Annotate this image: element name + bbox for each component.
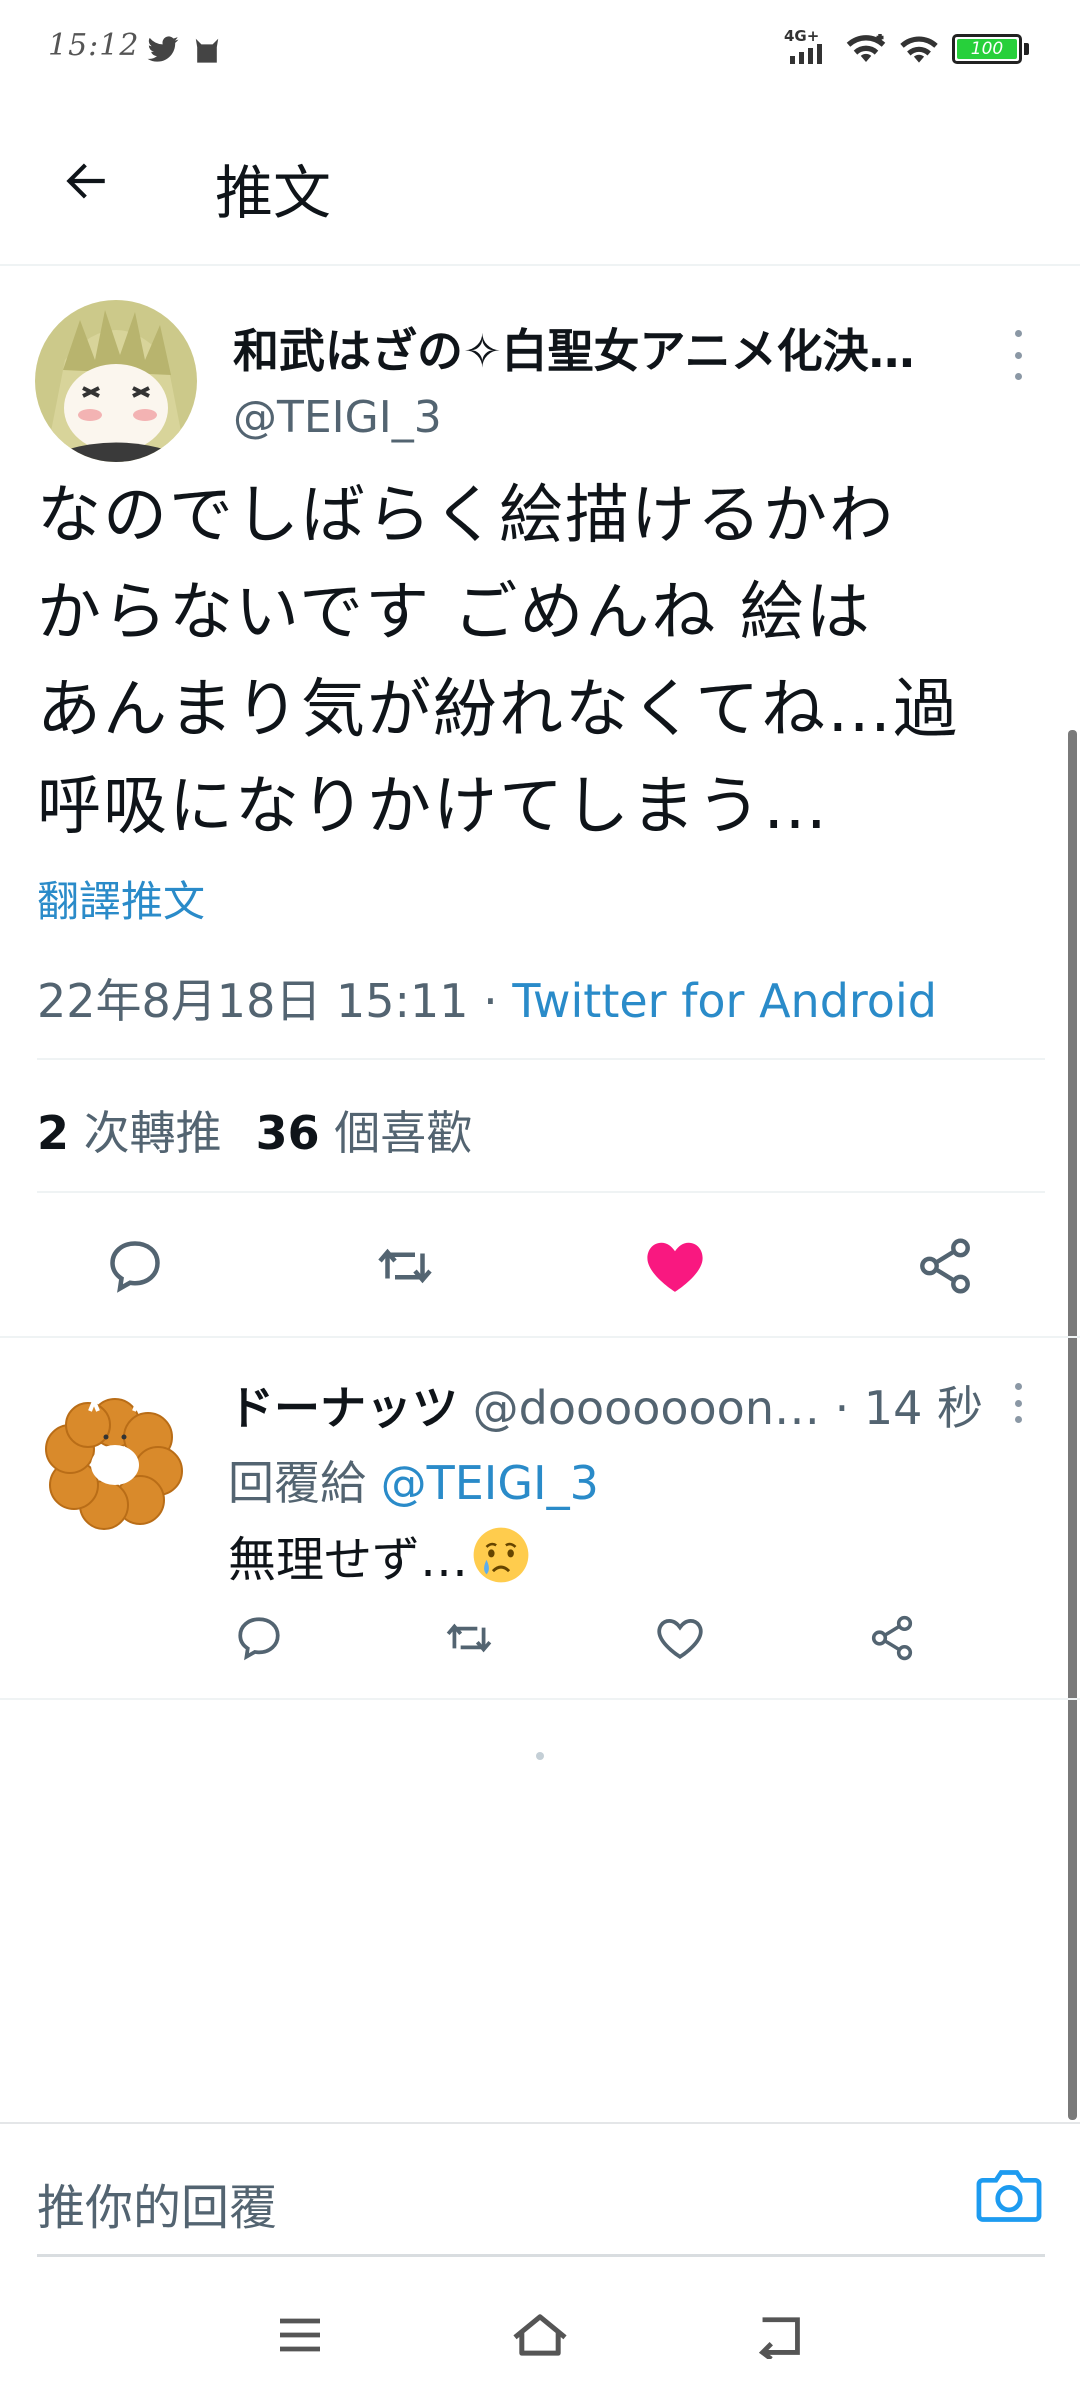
composer-underline <box>37 2254 1045 2257</box>
menu-icon <box>280 2318 320 2352</box>
author-handle[interactable]: @TEIGI_3 <box>233 392 442 443</box>
battery-icon: 100 <box>952 34 1022 64</box>
more-dot <box>1014 351 1022 359</box>
crying-face-emoji <box>473 1527 529 1583</box>
twitter-icon <box>147 36 179 62</box>
share-icon <box>871 1615 913 1661</box>
reply-text: 無理せず… <box>228 1520 530 1590</box>
reply-icon <box>110 1241 160 1293</box>
reply-text-content: 無理せず… <box>228 1532 469 1588</box>
arrow-left-icon <box>66 163 105 199</box>
share-button[interactable] <box>910 1234 980 1298</box>
tweet-source-link[interactable]: Twitter for Android <box>512 974 937 1028</box>
more-dot <box>1014 1399 1022 1407</box>
page-title: 推文 <box>215 159 332 227</box>
like-count: 36 <box>255 1106 320 1160</box>
like-button[interactable] <box>640 1234 710 1298</box>
status-bar: 15:12 4G+ 100 <box>0 0 1080 100</box>
reply-retweet-button[interactable] <box>438 1610 500 1666</box>
retweet-button[interactable] <box>368 1234 442 1298</box>
reply-author-handle[interactable]: @dooooooon… <box>473 1381 820 1435</box>
reply-input[interactable]: 推你的回覆 <box>37 2168 277 2238</box>
retweet-label: 次轉推 <box>83 1106 222 1160</box>
menu-button[interactable] <box>265 2305 335 2365</box>
avatar[interactable] <box>35 300 197 462</box>
reply-time: · 14 秒 <box>819 1381 984 1435</box>
retweets-stat[interactable]: 2 次轉推 <box>37 1106 222 1160</box>
camera-icon <box>976 2170 1042 2222</box>
divider <box>0 1698 1080 1700</box>
meta-separator: · <box>468 974 513 1028</box>
reply-to-label: 回覆給 <box>228 1456 381 1510</box>
more-dot <box>1014 330 1022 337</box>
tweet-text: なのでしばらく絵描けるかわ からないです ごめんね 絵は あんまり気が紛れなくて… <box>37 479 960 844</box>
tweet-timestamp: 22年8月18日 15:11 · Twitter for Android <box>37 965 937 1031</box>
more-dot <box>1014 373 1022 380</box>
reply-reply-button[interactable] <box>229 1610 289 1666</box>
share-icon <box>920 1238 970 1294</box>
divider <box>37 1058 1045 1060</box>
reply-to-line: 回覆給 @TEIGI_3 <box>228 1447 599 1513</box>
battery-level: 100 <box>957 39 1017 59</box>
likes-stat[interactable]: 36 個喜歡 <box>256 1106 473 1160</box>
tweet-date: 22年8月18日 15:11 <box>37 974 469 1028</box>
reply-like-button[interactable] <box>650 1610 710 1666</box>
heart-outline-icon <box>657 1619 703 1659</box>
author-name[interactable]: 和武はざの✧白聖女アニメ化決… <box>233 315 973 381</box>
heart-filled-icon <box>647 1242 703 1292</box>
reply-more-options-button[interactable] <box>1006 1383 1030 1423</box>
back-icon <box>758 2317 800 2359</box>
reply-to-mention[interactable]: @TEIGI_3 <box>381 1456 599 1510</box>
divider <box>0 1336 1080 1338</box>
home-button[interactable] <box>505 2305 575 2365</box>
more-dot <box>1014 1416 1022 1423</box>
tweet-stats: 2 次轉推 36 個喜歡 <box>37 1097 472 1163</box>
like-label: 個喜歡 <box>334 1106 473 1160</box>
status-time: 15:12 <box>48 28 140 63</box>
reply-header: ドーナッツ @dooooooon… · 14 秒 <box>228 1372 998 1438</box>
camera-button[interactable] <box>975 2166 1043 2226</box>
reply-share-button[interactable] <box>862 1610 922 1666</box>
network-type: 4G+ <box>784 27 819 45</box>
reply-author-name[interactable]: ドーナッツ <box>228 1381 458 1435</box>
wifi-icon <box>846 34 886 62</box>
back-nav-button[interactable] <box>745 2305 815 2365</box>
cat-icon <box>195 38 219 63</box>
reply-icon <box>238 1617 280 1661</box>
wifi-icon <box>900 36 938 63</box>
more-dot <box>1014 1383 1022 1390</box>
loading-indicator <box>536 1752 544 1760</box>
scrollbar[interactable] <box>1068 730 1077 2120</box>
reply-composer: 推你的回覆 <box>0 2122 1080 2256</box>
retweet-count: 2 <box>37 1106 70 1160</box>
divider <box>37 1191 1045 1193</box>
reply-avatar[interactable] <box>40 1385 190 1535</box>
more-options-button[interactable] <box>1006 330 1030 380</box>
retweet-icon <box>446 1623 492 1653</box>
header: 推文 <box>0 100 1080 266</box>
home-icon <box>513 2314 567 2356</box>
translate-link[interactable]: 翻譯推文 <box>37 868 205 929</box>
back-button[interactable] <box>50 145 122 217</box>
battery-tip <box>1024 43 1029 55</box>
reply-button[interactable] <box>100 1234 170 1298</box>
retweet-icon <box>378 1248 432 1284</box>
signal-icon: 4G+ <box>782 26 834 70</box>
